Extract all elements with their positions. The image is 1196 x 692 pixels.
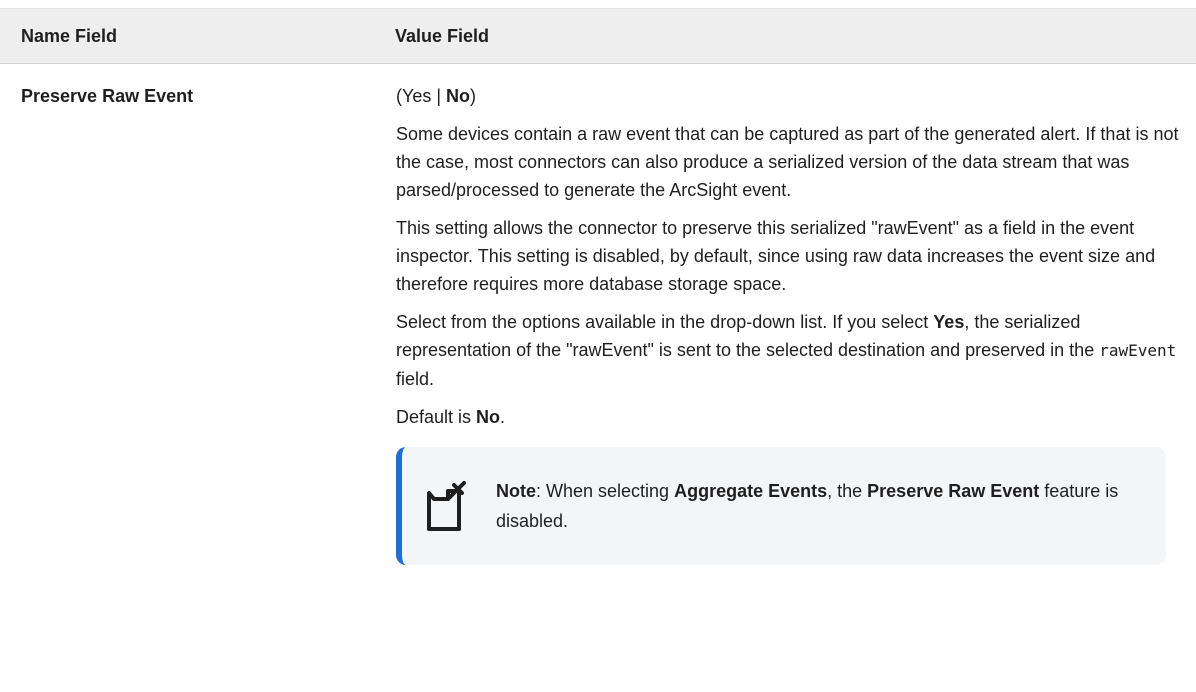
description-paragraph-2: This setting allows the connector to pre…	[396, 218, 1156, 294]
field-value: (Yes | No) Some devices contain a raw ev…	[374, 64, 1179, 565]
p3-post: field.	[396, 369, 435, 389]
description-paragraph-3: Select from the options available in the…	[396, 308, 1179, 393]
note-t2: , the	[827, 481, 868, 501]
default-value-text: Default is No.	[396, 403, 1179, 431]
table-header: Name Field Value Field	[0, 8, 1196, 64]
note-icon	[427, 481, 466, 531]
p3-pre: Select from the options available in the…	[396, 312, 934, 332]
note-b1: Aggregate Events	[674, 481, 828, 501]
options-default: No	[446, 86, 471, 106]
table-row: Preserve Raw Event (Yes | No) Some devic…	[0, 64, 1196, 565]
description-paragraph-1: Some devices contain a raw event that ca…	[396, 124, 1179, 200]
page: Name Field Value Field Preserve Raw Even…	[0, 0, 1196, 692]
note-box: Note: When selecting Aggregate Events, t…	[396, 447, 1166, 565]
default-post: .	[500, 407, 506, 427]
properties-table: Name Field Value Field Preserve Raw Even…	[0, 8, 1196, 565]
note-label: Note	[496, 481, 536, 501]
p3-code: rawEvent	[1099, 341, 1177, 360]
p3-bold: Yes	[933, 312, 965, 332]
default-pre: Default is	[396, 407, 477, 427]
options-open: (Yes |	[396, 86, 447, 106]
options-close: )	[470, 86, 477, 106]
note-text: Note: When selecting Aggregate Events, t…	[496, 476, 1136, 536]
note-b2: Preserve Raw Event	[867, 481, 1040, 501]
field-name: Preserve Raw Event	[21, 86, 194, 106]
note-t1: : When selecting	[536, 481, 675, 501]
header-value-field: Value Field	[395, 26, 490, 46]
options-text: (Yes | No)	[396, 82, 1179, 110]
default-bold: No	[476, 407, 501, 427]
header-name-field: Name Field	[21, 26, 118, 46]
